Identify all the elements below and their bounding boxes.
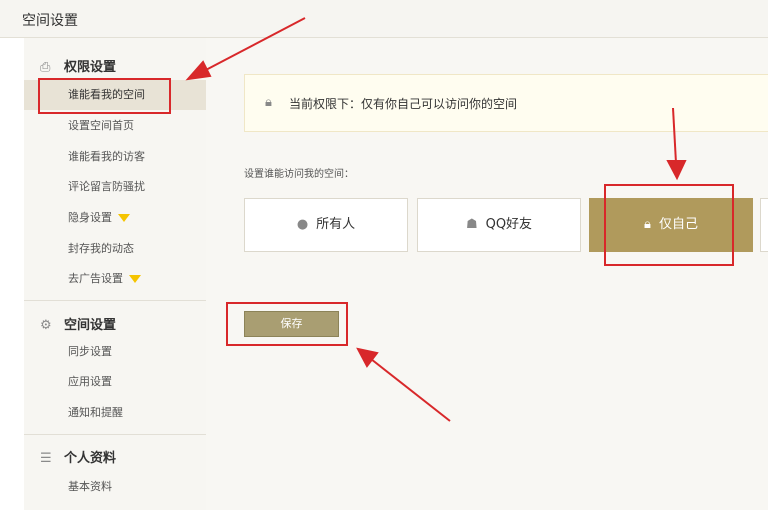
user-list-icon: ☰	[40, 451, 52, 466]
window-title: 空间设置	[22, 13, 78, 29]
notice-text: 当前权限下：仅有你自己可以访问你的空间	[289, 97, 518, 111]
save-button[interactable]: 保存	[244, 311, 339, 337]
globe-icon: ●	[296, 217, 309, 232]
section-header-space[interactable]: ⚙ 空间设置	[40, 314, 116, 333]
sidebar-item-invisible[interactable]: 隐身设置	[24, 203, 206, 233]
sidebar-item-visitors[interactable]: 谁能看我的访客	[24, 142, 206, 172]
sidebar-item-anti-harassment[interactable]: 评论留言防骚扰	[24, 172, 206, 202]
sidebar-item-apps[interactable]: 应用设置	[24, 367, 206, 397]
gear-icon: ⚙	[40, 318, 52, 333]
option-only-me[interactable]: 🔒︎ 仅自己	[589, 198, 753, 252]
sidebar-item-archive[interactable]: 封存我的动态	[24, 234, 206, 264]
access-prompt: 设置谁能访问我的空间：	[244, 169, 354, 180]
sidebar: ⎙ 权限设置 谁能看我的空间 设置空间首页 谁能看我的访客 评论留言防骚扰 隐身设…	[24, 38, 206, 510]
option-partial[interactable]	[760, 198, 768, 252]
main-panel: 🔒︎ 当前权限下：仅有你自己可以访问你的空间 设置谁能访问我的空间： ● 所有人 …	[206, 38, 768, 510]
option-everyone[interactable]: ● 所有人	[244, 198, 408, 252]
lock-icon: 🔒︎	[265, 95, 272, 110]
option-qq-friends[interactable]: ☗ QQ好友	[417, 198, 581, 252]
section-header-profile[interactable]: ☰ 个人资料	[40, 447, 116, 466]
diamond-icon	[129, 275, 141, 283]
sidebar-item-notifications[interactable]: 通知和提醒	[24, 398, 206, 428]
lock-icon: 🔒︎	[644, 217, 651, 232]
sidebar-item-basic-info[interactable]: 基本资料	[24, 472, 206, 502]
sidebar-divider	[24, 300, 206, 301]
printer-icon: ⎙	[40, 60, 51, 75]
sidebar-item-homepage[interactable]: 设置空间首页	[24, 111, 206, 141]
diamond-icon	[118, 214, 130, 222]
sidebar-item-ads[interactable]: 去广告设置	[24, 264, 206, 294]
sidebar-item-sync[interactable]: 同步设置	[24, 337, 206, 367]
sidebar-divider	[24, 434, 206, 435]
section-header-permissions[interactable]: ⎙ 权限设置	[40, 56, 116, 75]
permission-notice: 🔒︎ 当前权限下：仅有你自己可以访问你的空间	[244, 74, 768, 132]
title-bar: 空间设置	[0, 0, 768, 38]
users-icon: ☗	[465, 217, 478, 232]
sidebar-item-who-can-view[interactable]: 谁能看我的空间	[24, 80, 206, 110]
